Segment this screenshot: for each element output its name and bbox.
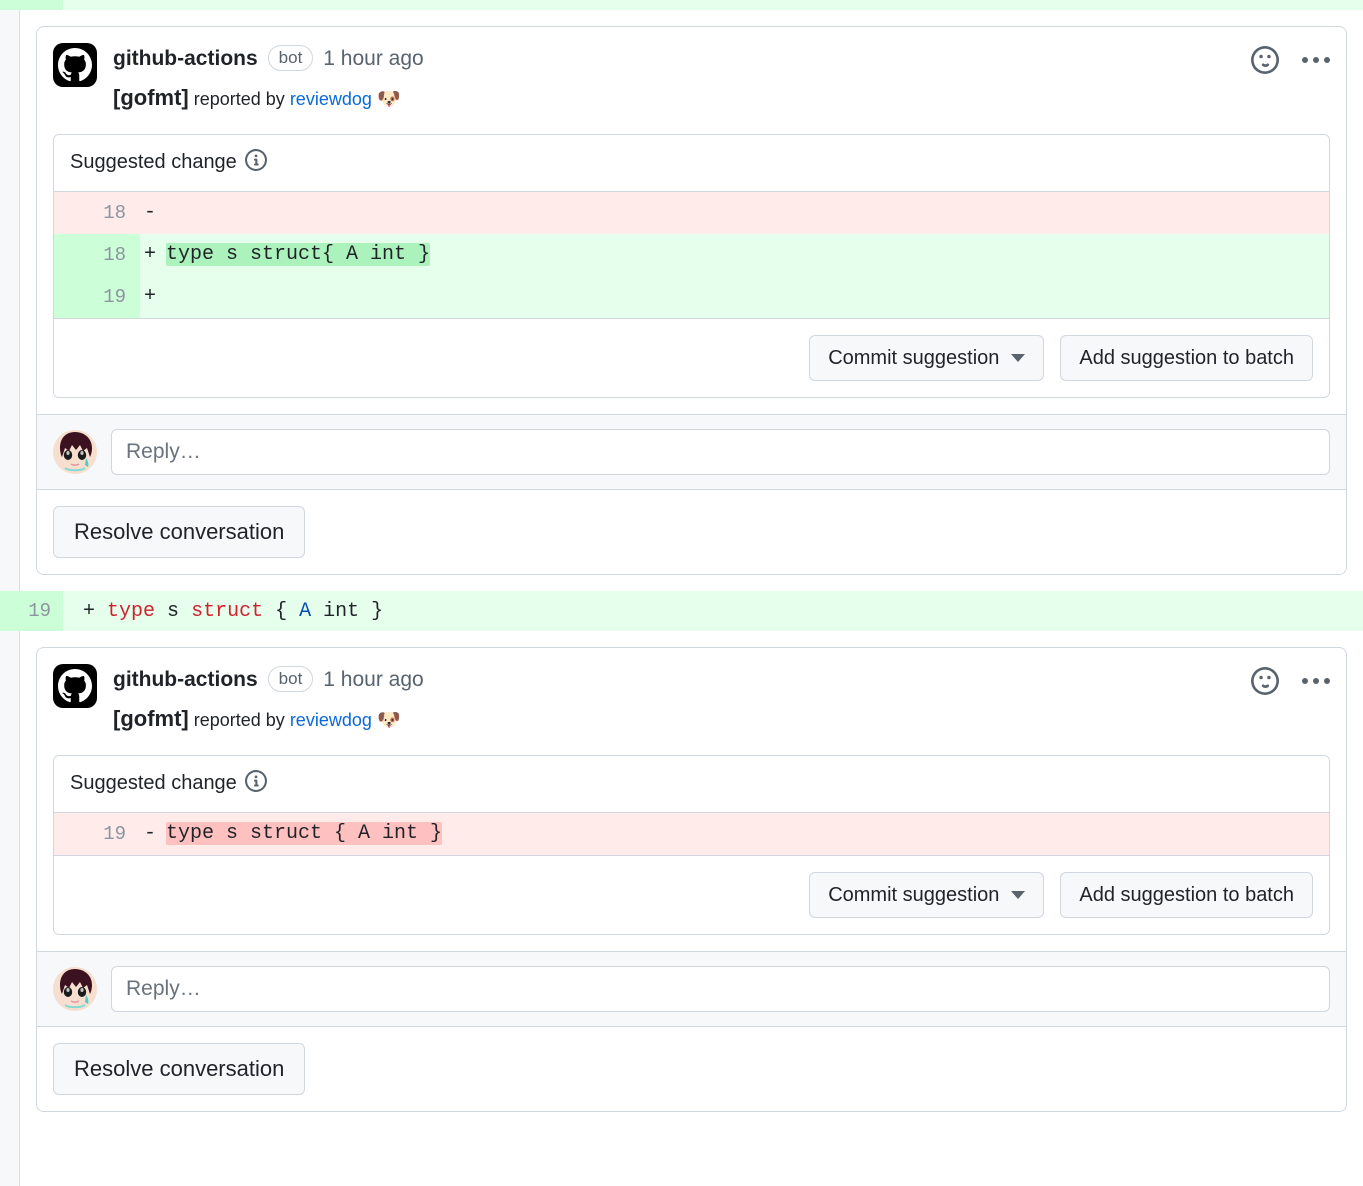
kebab-menu-icon[interactable] xyxy=(1302,57,1330,63)
suggestion-actions: Commit suggestion Add suggestion to batc… xyxy=(54,854,1329,934)
bot-badge: bot xyxy=(267,666,314,693)
reviewdog-link[interactable]: reviewdog xyxy=(290,89,372,109)
review-thread: github-actions bot 1 hour ago [gofmt] re… xyxy=(36,647,1347,1113)
chevron-down-icon xyxy=(1011,890,1026,899)
reply-row xyxy=(37,413,1346,489)
info-icon[interactable] xyxy=(244,769,267,798)
suggestion-line-sign: - xyxy=(144,201,157,225)
comment-body: github-actions bot 1 hour ago [gofmt] re… xyxy=(37,27,1346,414)
review-thread-container: github-actions bot 1 hour ago [gofmt] re… xyxy=(20,631,1363,1129)
resolve-row: Resolve conversation xyxy=(37,1025,1346,1112)
suggestion-line-sign: + xyxy=(144,285,157,309)
add-suggestion-to-batch-button[interactable]: Add suggestion to batch xyxy=(1060,334,1313,381)
linter-name: [gofmt] xyxy=(113,706,189,732)
suggested-change-block: Suggested change 18 - 18 + type s struct… xyxy=(53,133,1330,398)
suggested-change-title: Suggested change xyxy=(70,772,237,795)
suggested-change-header: Suggested change xyxy=(54,134,1329,192)
comment-text: [gofmt] reported by reviewdog 🐶 xyxy=(113,706,1330,733)
code-token-keyword: type xyxy=(107,599,156,623)
suggestion-line-code: type s struct { A int } xyxy=(166,822,1329,846)
suggestion-code-highlight: type s struct{ A int } xyxy=(166,243,431,267)
dog-emoji-icon: 🐶 xyxy=(377,89,402,110)
resolve-row: Resolve conversation xyxy=(37,488,1346,575)
comment-author[interactable]: github-actions xyxy=(113,669,258,690)
smiley-icon[interactable] xyxy=(1250,45,1280,75)
reported-by-label: reported by xyxy=(188,89,290,109)
suggestion-line-code: type s struct{ A int } xyxy=(166,243,1329,267)
code-token-type: A xyxy=(299,599,312,623)
comment-header: github-actions bot 1 hour ago [gofmt] re… xyxy=(53,664,1330,733)
smiley-icon[interactable] xyxy=(1250,666,1280,696)
comment-meta: github-actions bot 1 hour ago [gofmt] re… xyxy=(113,664,1330,733)
diff-line-sign: + xyxy=(83,599,96,623)
code-token-plain: { xyxy=(263,599,300,623)
suggestion-line-number: 18 xyxy=(54,233,140,276)
resolve-conversation-button[interactable]: Resolve conversation xyxy=(53,505,306,559)
github-logo-icon xyxy=(53,43,97,87)
code-token-plain: int } xyxy=(311,599,384,623)
chevron-down-icon xyxy=(1011,353,1026,362)
bot-badge: bot xyxy=(267,45,314,71)
comment-author-line: github-actions bot 1 hour ago xyxy=(113,45,1330,71)
resolve-conversation-button[interactable]: Resolve conversation xyxy=(53,1042,306,1096)
diff-line-number: 19 xyxy=(0,591,63,632)
review-comment: github-actions bot 1 hour ago [gofmt] re… xyxy=(37,648,1346,951)
diff-row-addition[interactable]: 19 + type s struct { A int } xyxy=(0,591,1363,632)
dog-emoji-icon: 🐶 xyxy=(377,710,402,732)
reported-by-label: reported by xyxy=(188,710,290,731)
code-token-keyword: struct xyxy=(191,599,264,623)
suggestion-line-number: 18 xyxy=(54,191,140,234)
suggestion-line-sign: - xyxy=(144,822,157,846)
diff-line-code: + type s struct { A int } xyxy=(63,600,1363,623)
comment-header: github-actions bot 1 hour ago [gofmt] re… xyxy=(53,43,1330,112)
comment-timestamp[interactable]: 1 hour ago xyxy=(323,669,423,690)
suggestion-line-number: 19 xyxy=(54,812,140,855)
suggestion-row-addition: 19 + xyxy=(54,275,1329,318)
reply-input[interactable] xyxy=(111,965,1330,1012)
code-token-plain: s xyxy=(155,599,192,623)
commit-suggestion-button[interactable]: Commit suggestion xyxy=(809,334,1045,381)
add-suggestion-to-batch-button[interactable]: Add suggestion to batch xyxy=(1060,871,1313,918)
reply-input[interactable] xyxy=(111,428,1330,475)
suggestion-row-deletion: 19 - type s struct { A int } xyxy=(54,812,1329,855)
suggested-change-block: Suggested change 19 - type s struct { A … xyxy=(53,754,1330,935)
commit-suggestion-button[interactable]: Commit suggestion xyxy=(809,871,1045,918)
suggestion-code-highlight: type s struct { A int } xyxy=(166,822,443,846)
review-thread-container: github-actions bot 1 hour ago [gofmt] re… xyxy=(20,10,1363,592)
reply-row xyxy=(37,950,1346,1026)
suggestion-line-number: 19 xyxy=(54,275,140,318)
suggested-change-title: Suggested change xyxy=(70,151,237,174)
github-logo-icon xyxy=(53,664,97,709)
comment-timestamp[interactable]: 1 hour ago xyxy=(323,48,423,69)
diff-row-partial-top xyxy=(0,0,1363,10)
diff-line-number xyxy=(0,0,63,10)
comment-text: [gofmt] reported by reviewdog 🐶 xyxy=(113,85,1330,112)
suggestion-row-deletion: 18 - xyxy=(54,191,1329,234)
review-thread: github-actions bot 1 hour ago [gofmt] re… xyxy=(36,26,1347,576)
user-avatar xyxy=(53,429,97,474)
comment-meta: github-actions bot 1 hour ago [gofmt] re… xyxy=(113,43,1330,112)
suggestion-line-sign: + xyxy=(144,243,157,267)
kebab-menu-icon[interactable] xyxy=(1302,678,1330,685)
suggested-change-header: Suggested change xyxy=(54,755,1329,813)
comment-author-line: github-actions bot 1 hour ago xyxy=(113,666,1330,693)
pr-review-conversation-page: github-actions bot 1 hour ago [gofmt] re… xyxy=(0,0,1363,1186)
linter-name: [gofmt] xyxy=(113,85,189,110)
reviewdog-link[interactable]: reviewdog xyxy=(290,710,372,730)
user-avatar xyxy=(53,966,97,1011)
comment-actions xyxy=(1250,666,1330,696)
comment-author[interactable]: github-actions xyxy=(113,48,258,69)
suggestion-actions: Commit suggestion Add suggestion to batc… xyxy=(54,317,1329,397)
info-icon[interactable] xyxy=(244,148,267,177)
commit-suggestion-label: Commit suggestion xyxy=(828,346,1000,369)
comment-actions xyxy=(1250,45,1330,75)
commit-suggestion-label: Commit suggestion xyxy=(828,883,1000,906)
suggestion-row-addition: 18 + type s struct{ A int } xyxy=(54,233,1329,276)
review-comment: github-actions bot 1 hour ago [gofmt] re… xyxy=(37,27,1346,414)
comment-body: github-actions bot 1 hour ago [gofmt] re… xyxy=(37,648,1346,951)
